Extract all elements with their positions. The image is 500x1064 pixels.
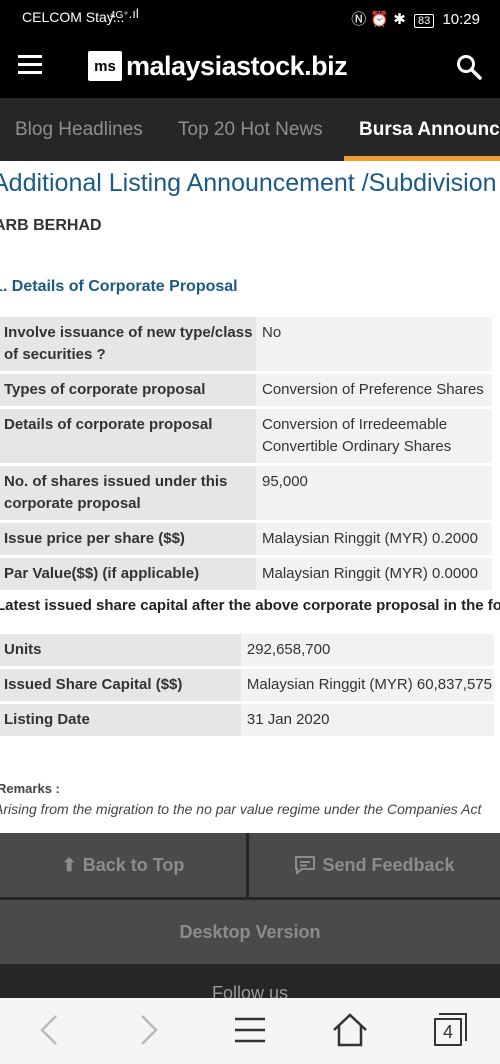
tabs-count: 4	[442, 1022, 453, 1042]
feedback-icon	[295, 856, 316, 875]
row-key: Par Value($$) (if applicable)	[0, 558, 256, 590]
row-key: No. of shares issued under this corporat…	[0, 466, 256, 520]
nfc-icon: Ⓝ	[351, 11, 367, 28]
site-name: malaysiastock.biz	[126, 50, 348, 81]
send-feedback-button[interactable]: Send Feedback	[249, 833, 500, 897]
logo-badge: ms	[88, 51, 122, 81]
row-key: Issued Share Capital ($$)	[0, 669, 241, 701]
status-right: Ⓝ ⏰ ✱ 83 10:29	[351, 8, 480, 29]
status-bar: CELCOM Stay... 4G⁺.ıl Ⓝ ⏰ ✱ 83 10:29	[0, 0, 500, 34]
row-value: 292,658,700	[240, 634, 494, 666]
row-key: Listing Date	[0, 704, 241, 736]
battery-indicator: 83	[414, 14, 435, 28]
back-to-top-label: Back to Top	[82, 854, 185, 875]
announcement-content: Additional Listing Announcement /Subdivi…	[0, 161, 500, 833]
section-heading: 1. Details of Corporate Proposal	[0, 278, 238, 295]
row-value: 31 Jan 2020	[240, 704, 494, 736]
row-value: No	[256, 317, 492, 371]
browser-nav-bar: 4	[0, 998, 500, 1064]
tab-top-20-hot-news[interactable]: Top 20 Hot News	[178, 98, 323, 161]
table-row: Par Value($$) (if applicable) Malaysian …	[0, 558, 492, 590]
table-row: Listing Date 31 Jan 2020	[0, 704, 494, 736]
news-tabs: Blog Headlines Top 20 Hot News Bursa Ann…	[0, 98, 500, 161]
table-row: Details of corporate proposal Conversion…	[0, 409, 492, 463]
site-logo[interactable]: ms malaysiastock.biz	[88, 49, 348, 83]
back-arrow-icon[interactable]	[30, 1010, 70, 1050]
company-name: ARB BERHAD	[0, 217, 102, 234]
row-value: Malaysian Ringgit (MYR) 0.0000	[256, 558, 492, 590]
back-to-top-button[interactable]: ⬆ Back to Top	[0, 833, 246, 897]
bluetooth-icon: ✱	[393, 11, 406, 28]
page-title: Additional Listing Announcement /Subdivi…	[0, 169, 497, 197]
alarm-icon: ⏰	[370, 11, 390, 28]
row-key: Details of corporate proposal	[0, 409, 256, 463]
remarks-label: Remarks :	[0, 781, 60, 796]
row-key: Units	[0, 634, 241, 666]
network-indicator: 4G⁺.ıl	[110, 6, 139, 21]
home-icon[interactable]	[330, 1010, 370, 1050]
desktop-version-button[interactable]: Desktop Version	[0, 900, 500, 964]
tab-blog-headlines[interactable]: Blog Headlines	[15, 98, 143, 161]
menu-lines-icon[interactable]	[230, 1010, 270, 1050]
forward-arrow-icon[interactable]	[128, 1010, 168, 1050]
row-value: Conversion of Preference Shares	[256, 374, 492, 406]
arrow-up-icon: ⬆	[61, 854, 77, 875]
app-header: ms malaysiastock.biz	[0, 34, 500, 98]
table-row: Issued Share Capital ($$) Malaysian Ring…	[0, 669, 494, 701]
table-row: No. of shares issued under this corporat…	[0, 466, 492, 520]
send-feedback-label: Send Feedback	[322, 854, 455, 875]
table-row: Units 292,658,700	[0, 634, 494, 666]
row-key: Involve issuance of new type/class of se…	[0, 317, 256, 371]
site-footer: ⬆ Back to Top Send Feedback Desktop Vers…	[0, 833, 500, 1003]
row-key: Issue price per share ($$)	[0, 523, 256, 555]
table-row: Issue price per share ($$) Malaysian Rin…	[0, 523, 492, 555]
capital-heading: Latest issued share capital after the ab…	[0, 597, 500, 614]
remarks-text: Arising from the migration to the no par…	[0, 801, 482, 817]
row-value: 95,000	[256, 466, 492, 520]
row-value: Conversion of Irredeemable Convertible O…	[256, 409, 492, 463]
search-icon[interactable]	[456, 54, 482, 80]
clock: 10:29	[442, 11, 480, 28]
row-value: Malaysian Ringgit (MYR) 0.2000	[256, 523, 492, 555]
row-value: Malaysian Ringgit (MYR) 60,837,575	[240, 669, 494, 701]
tabs-switcher-button[interactable]: 4	[430, 1010, 470, 1050]
table-row: Types of corporate proposal Conversion o…	[0, 374, 492, 406]
share-capital-table: Units 292,658,700 Issued Share Capital (…	[0, 631, 494, 739]
menu-icon[interactable]	[18, 55, 42, 75]
table-row: Involve issuance of new type/class of se…	[0, 317, 492, 371]
proposal-details-table: Involve issuance of new type/class of se…	[0, 314, 492, 593]
desktop-version-label: Desktop Version	[179, 921, 321, 942]
tab-bursa-announcements[interactable]: Bursa Announcements	[359, 98, 500, 161]
row-key: Types of corporate proposal	[0, 374, 256, 406]
